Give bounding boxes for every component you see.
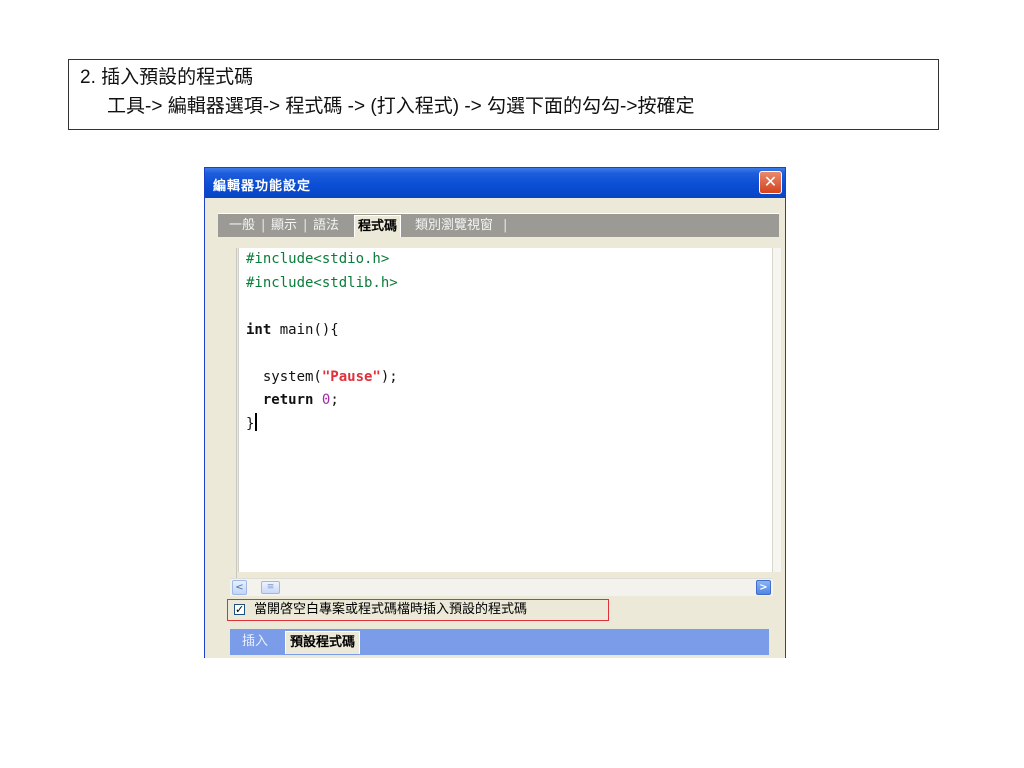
close-icon[interactable]: ✕ bbox=[759, 171, 782, 194]
code-line-3: main(){ bbox=[271, 321, 339, 338]
code-editor[interactable]: #include<stdio.h> #include<stdlib.h> int… bbox=[238, 248, 773, 572]
tab-default-code[interactable]: 預設程式碼 bbox=[285, 631, 361, 654]
tab-syntax[interactable]: 語法 bbox=[313, 217, 339, 235]
tab-separator: | bbox=[303, 218, 308, 233]
insert-default-code-option[interactable]: ✓ 當開啓空白專案或程式碼檔時插入預設的程式碼 bbox=[227, 599, 609, 621]
code-return-keyword: return bbox=[262, 392, 314, 408]
checkbox-label[interactable]: 當開啓空白專案或程式碼檔時插入預設的程式碼 bbox=[254, 600, 527, 620]
tab-separator: | bbox=[261, 218, 266, 233]
editor-options-dialog: 編輯器功能設定 ✕ 一般 | 顯示 | 語法 程式碼 類別瀏覽視窗 | #inc… bbox=[204, 167, 786, 658]
dialog-title: 編輯器功能設定 bbox=[213, 179, 312, 194]
code-line-1: #include<stdio.h> bbox=[246, 251, 390, 267]
tab-insert[interactable]: 插入 bbox=[242, 631, 268, 653]
code-line-2: #include<stdlib.h> bbox=[246, 274, 398, 291]
code-string-literal: "Pause" bbox=[321, 368, 381, 385]
scroll-left-icon[interactable]: < bbox=[232, 580, 247, 595]
editor-gutter bbox=[218, 248, 237, 593]
bottom-tab-bar: 插入 預設程式碼 bbox=[230, 629, 769, 655]
tab-separator: | bbox=[503, 218, 508, 233]
code-text[interactable]: #include<stdio.h> #include<stdlib.h> int… bbox=[246, 248, 398, 436]
code-int-keyword: int bbox=[246, 321, 272, 338]
tab-code[interactable]: 程式碼 bbox=[354, 215, 402, 237]
scroll-thumb[interactable]: ≡ bbox=[261, 581, 280, 594]
scroll-right-icon[interactable]: > bbox=[756, 580, 771, 595]
tab-class-browser[interactable]: 類別瀏覽視窗 bbox=[415, 217, 493, 235]
instruction-line-2: 工具-> 編輯器選項-> 程式碼 -> (打入程式) -> 勾選下面的勾勾->按… bbox=[107, 96, 695, 117]
code-line-5-post: ; bbox=[330, 392, 339, 408]
instruction-line-1: 2. 插入預設的程式碼 bbox=[80, 67, 254, 88]
code-line-4-pre: system( bbox=[246, 368, 322, 385]
insert-default-code-checkbox[interactable]: ✓ bbox=[234, 604, 245, 615]
tab-bar: 一般 | 顯示 | 語法 程式碼 類別瀏覽視窗 | bbox=[218, 213, 779, 237]
tab-display[interactable]: 顯示 bbox=[271, 217, 297, 235]
instruction-box: 2. 插入預設的程式碼 工具-> 編輯器選項-> 程式碼 -> (打入程式) -… bbox=[68, 59, 939, 130]
title-bar[interactable]: 編輯器功能設定 ✕ bbox=[205, 168, 785, 198]
tab-general[interactable]: 一般 bbox=[229, 217, 255, 235]
code-line-6: } bbox=[246, 415, 255, 432]
text-caret bbox=[255, 412, 258, 431]
horizontal-scrollbar[interactable]: < ≡ > bbox=[230, 578, 773, 596]
vertical-scrollbar[interactable] bbox=[772, 248, 781, 572]
code-line-4-post: ); bbox=[380, 368, 398, 385]
